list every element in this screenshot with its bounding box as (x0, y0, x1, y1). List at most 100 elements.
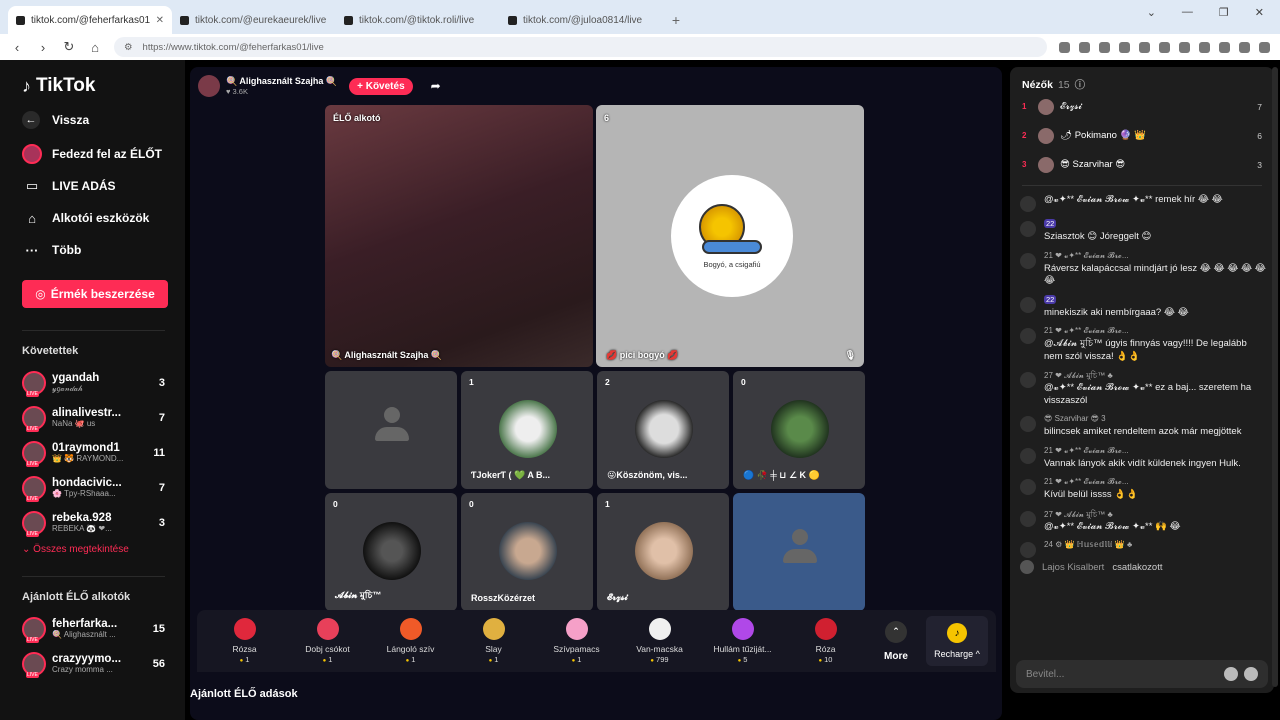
guest-tile[interactable]: 0 𝓐𝓫𝓲𝓷 মুচি™ (325, 493, 457, 611)
puzzle-icon[interactable] (1179, 41, 1190, 53)
guest-tile[interactable] (733, 493, 865, 611)
host-video[interactable]: ÉLŐ alkotó 🍭 Alighasznált Szajha 🍭 (325, 105, 593, 367)
avatar[interactable] (1020, 510, 1036, 527)
cohost-video[interactable]: 6 Bogyó, a csigafiú 💋 pici bogyó 💋 🎙 (596, 105, 864, 367)
gift-item[interactable]: Van-macska799 (618, 610, 701, 672)
avatar[interactable] (1020, 196, 1036, 212)
gift-item[interactable]: Szívpamacs1 (535, 610, 618, 672)
viewer-row[interactable]: 1 𝓔𝓻𝔃𝓼𝓲 7 (1022, 92, 1262, 121)
back-button[interactable]: ← Vissza (22, 108, 165, 132)
list-item[interactable]: hondacivic...🌸 Tpy-RShaaa... 7 (22, 470, 165, 505)
wallet-icon[interactable] (1239, 41, 1250, 53)
gift-item[interactable]: Dobj csókot1 (286, 610, 369, 672)
message-header[interactable]: 27 ❤ 𝓐𝓫𝓲𝓷 মুচি™ ♣ (1044, 370, 1266, 382)
info-icon[interactable]: ⓘ (1075, 77, 1086, 92)
viewer-row[interactable]: 2 🌶 Pokimano 🔮 👑 6 (1022, 121, 1262, 150)
extension-icon[interactable] (1139, 41, 1150, 53)
music-icon[interactable] (1199, 41, 1210, 53)
send-icon[interactable] (1244, 667, 1258, 681)
browser-tab[interactable]: tiktok.com/@juloa0814/live (500, 6, 664, 34)
minimize-icon[interactable]: — (1182, 6, 1193, 19)
account-subtitle: NaNa 🐙 us (52, 419, 96, 428)
rewards-icon[interactable] (1099, 41, 1110, 53)
site-info-icon[interactable]: ⚙ (124, 42, 133, 53)
message-header[interactable]: 😎 Szarvihar 😎 3 (1044, 414, 1266, 426)
close-tab-icon[interactable]: ✕ (156, 15, 164, 26)
browser-tab[interactable]: tiktok.com/@tiktok.roli/live (336, 6, 500, 34)
host-name[interactable]: 🍭 Alighasznált Szajha 🍭 (226, 76, 337, 87)
list-item[interactable]: ygandah𝓎𝑔𝒶𝓃𝒹𝒶𝒽 3 (22, 365, 165, 400)
brave-shield-icon[interactable] (1079, 41, 1090, 53)
browser-tab[interactable]: tiktok.com/@feherfarkas01/li... ✕ (8, 6, 172, 34)
guest-tile[interactable]: 0 RosszKözérzet (461, 493, 593, 611)
gift-item[interactable]: Róza10 (784, 610, 867, 672)
menu-item-explore-live[interactable]: Fedezd fel az ÉLŐT (22, 138, 165, 170)
gift-item[interactable]: Rózsa1 (203, 610, 286, 672)
tiktok-logo[interactable]: ♪ TikTok (22, 72, 165, 100)
message-header[interactable]: 21 ❤ 𝓿✦** 𝓔𝓿𝓲𝓪𝓷 𝓑𝓻𝓸... (1044, 251, 1266, 263)
chevron-down-icon[interactable]: ⌄ (1147, 6, 1156, 19)
get-coins-button[interactable]: ◎ Érmék beszerzése (22, 280, 168, 308)
menu-item-creator-tools[interactable]: ⌂ Alkotói eszközök (22, 202, 165, 234)
gift-price: 1 (323, 655, 332, 664)
url-field[interactable]: ⚙ https://www.tiktok.com/@feherfarkas01/l… (114, 37, 1047, 57)
viewer-row[interactable]: 3 😎 Szarvihar 😎 3 (1022, 150, 1262, 179)
menu-icon[interactable] (1259, 41, 1270, 53)
message-header[interactable]: 21 ❤ 𝓿✦** 𝓔𝓿𝓲𝓪𝓷 𝓑𝓻𝓸... (1044, 446, 1266, 458)
recharge-button[interactable]: ♪ Recharge ^ (926, 616, 988, 666)
restore-icon[interactable]: ❐ (1219, 6, 1229, 19)
message-header[interactable]: 21 ❤ 𝓿✦** 𝓔𝓿𝓲𝓪𝓷 𝓑𝓻𝓸... (1044, 477, 1266, 489)
menu-item-more[interactable]: ··· Több (22, 234, 165, 266)
guest-tile[interactable]: 1 𝓔𝓻𝔃𝓼𝓲 (597, 493, 729, 611)
share-icon[interactable]: ➦ (431, 79, 441, 93)
guest-tile[interactable]: 0 🔵 🥀 ╪ ⊔ ∠ K 🟡 (733, 371, 865, 489)
emoji-icon[interactable] (1224, 667, 1238, 681)
avatar[interactable] (1020, 296, 1036, 313)
close-window-icon[interactable]: ✕ (1255, 6, 1264, 19)
extension-icon[interactable] (1119, 41, 1130, 53)
joined-user-name[interactable]: Lajos Kisalbert (1042, 562, 1104, 573)
back-arrow-icon[interactable]: ‹ (10, 40, 24, 55)
list-item[interactable]: crazyyymo...Crazy momma ... 56 (22, 646, 165, 681)
avatar[interactable] (1020, 479, 1036, 495)
avatar[interactable] (1020, 542, 1036, 558)
chat-input[interactable]: Bevitel... (1016, 660, 1268, 688)
message-header[interactable]: 24 ⚙ 👑 ℍ𝕦𝕤𝕖𝕕𝕝𝕝𝕚 👑 ♣ (1044, 540, 1266, 552)
page-scrollbar[interactable] (1272, 67, 1278, 687)
reload-icon[interactable]: ↻ (62, 39, 76, 55)
guest-tile[interactable] (325, 371, 457, 489)
gift-item[interactable]: Lángoló szív1 (369, 610, 452, 672)
extension-icon[interactable] (1159, 41, 1170, 53)
list-item[interactable]: feherfarka...🍭 Alighasznált ... 15 (22, 611, 165, 646)
avatar[interactable] (1020, 328, 1036, 344)
guest-count: 1 (605, 499, 610, 509)
zoom-icon[interactable] (1059, 41, 1070, 53)
list-item[interactable]: rebeka.928REBEKA 🐼 ❤... 3 (22, 505, 165, 540)
gift-item[interactable]: Slay1 (452, 610, 535, 672)
message-header[interactable]: 27 ❤ 𝓐𝓫𝓲𝓷 মুচি™ ♣ (1044, 509, 1266, 521)
guest-tile[interactable]: 2 😜Köszönöm, vis... (597, 371, 729, 489)
avatar[interactable] (1020, 221, 1036, 237)
avatar[interactable] (1020, 372, 1036, 388)
see-all-link[interactable]: ⌄ Összes megtekintése (22, 544, 165, 560)
browser-tab[interactable]: tiktok.com/@eurekaeurek/live (172, 6, 336, 34)
avatar[interactable] (198, 75, 220, 97)
list-item[interactable]: 01raymond1👑 🐯 RAYMOND... 11 (22, 435, 165, 470)
home-icon[interactable]: ⌂ (88, 40, 102, 55)
sidebar-icon[interactable] (1219, 41, 1230, 53)
avatar[interactable] (1020, 416, 1036, 432)
menu-item-live[interactable]: ▭ LIVE ADÁS (22, 170, 165, 202)
more-gifts-button[interactable]: ⌃ More (867, 620, 925, 662)
window-controls: ⌄ — ❐ ✕ (1147, 6, 1280, 19)
avatar[interactable] (1020, 252, 1036, 269)
avatar[interactable] (1020, 447, 1036, 464)
avatar (771, 400, 829, 458)
browser-chrome: tiktok.com/@feherfarkas01/li... ✕ tiktok.… (0, 0, 1280, 60)
gift-item[interactable]: Hullám tűziját...5 (701, 610, 784, 672)
list-item[interactable]: alinalivestr...NaNa 🐙 us 7 (22, 400, 165, 435)
new-tab-button[interactable]: + (664, 6, 688, 34)
forward-arrow-icon[interactable]: › (36, 40, 50, 55)
guest-tile[interactable]: 1 ƬJokerƬ ( 💚 A B... (461, 371, 593, 489)
follow-button[interactable]: + Követés (349, 77, 413, 95)
message-header[interactable]: 21 ❤ 𝓿✦** 𝓔𝓿𝓲𝓪𝓷 𝓑𝓻𝓸... (1044, 326, 1266, 338)
